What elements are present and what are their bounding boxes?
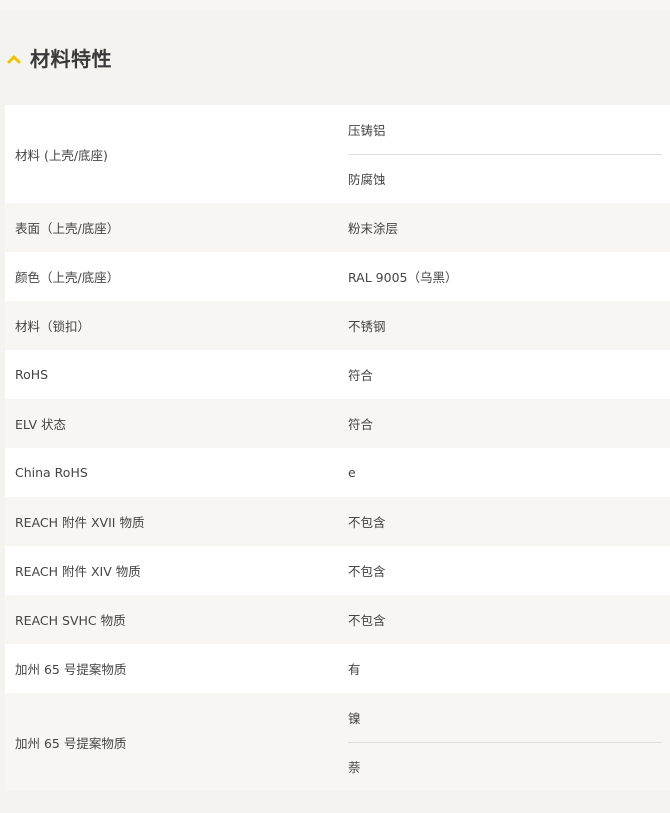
table-row: China RoHS e (5, 448, 670, 497)
row-value: 防腐蚀 (348, 153, 662, 204)
table-row: 颜色（上壳/底座） RAL 9005（乌黑） (5, 252, 670, 301)
row-value: 符合 (348, 368, 374, 383)
row-label: RoHS (15, 367, 49, 382)
row-label: 材料 (上壳/底座) (15, 147, 108, 163)
row-label: China RoHS (15, 465, 88, 480)
row-value: e (348, 465, 356, 480)
table-row: REACH 附件 XVII 物质 不包含 (5, 497, 670, 546)
row-value: 不包含 (348, 564, 386, 579)
row-label: 材料（锁扣） (15, 319, 91, 334)
section-title: 材料特性 (30, 47, 112, 71)
table-row: REACH 附件 XIV 物质 不包含 (5, 546, 670, 595)
row-value: 镍 (348, 710, 361, 726)
table-row: RoHS 符合 (5, 350, 670, 399)
row-value: 不包含 (348, 515, 386, 530)
table-row: ELV 状态 符合 (5, 399, 670, 448)
table-row: 材料（锁扣） 不锈钢 (5, 301, 670, 350)
top-band (0, 0, 670, 10)
section-header[interactable]: 材料特性 (0, 10, 670, 105)
table-row: 材料 (上壳/底座) 压铸铝 防腐蚀 (5, 105, 670, 203)
properties-table: 材料 (上壳/底座) 压铸铝 防腐蚀 表面（上壳/底座） 粉末涂层 颜色（上壳/… (5, 105, 670, 791)
row-label: 表面（上壳/底座） (15, 221, 120, 236)
row-value: 萘 (348, 741, 662, 792)
row-value: 粉末涂层 (348, 221, 399, 236)
row-values: 压铸铝 防腐蚀 (337, 105, 670, 203)
row-label: REACH SVHC 物质 (15, 613, 126, 628)
chevron-up-icon[interactable] (6, 51, 22, 67)
row-values: 镍 萘 (337, 693, 670, 791)
row-value: 压铸铝 (348, 122, 386, 138)
table-row: 加州 65 号提案物质 有 (5, 644, 670, 693)
row-value: 不锈钢 (348, 319, 386, 334)
row-label: 加州 65 号提案物质 (15, 735, 127, 751)
table-row: 加州 65 号提案物质 镍 萘 (5, 693, 670, 791)
row-label: 颜色（上壳/底座） (15, 270, 120, 285)
row-value: 有 (348, 662, 361, 677)
row-label: REACH 附件 XIV 物质 (15, 564, 141, 579)
row-label: 加州 65 号提案物质 (15, 662, 127, 677)
row-value: 不包含 (348, 613, 386, 628)
table-row: 表面（上壳/底座） 粉末涂层 (5, 203, 670, 252)
row-label: ELV 状态 (15, 417, 67, 432)
row-value: RAL 9005（乌黑） (348, 270, 458, 285)
table-row: REACH SVHC 物质 不包含 (5, 595, 670, 644)
row-label: REACH 附件 XVII 物质 (15, 515, 145, 530)
row-value: 符合 (348, 417, 374, 432)
